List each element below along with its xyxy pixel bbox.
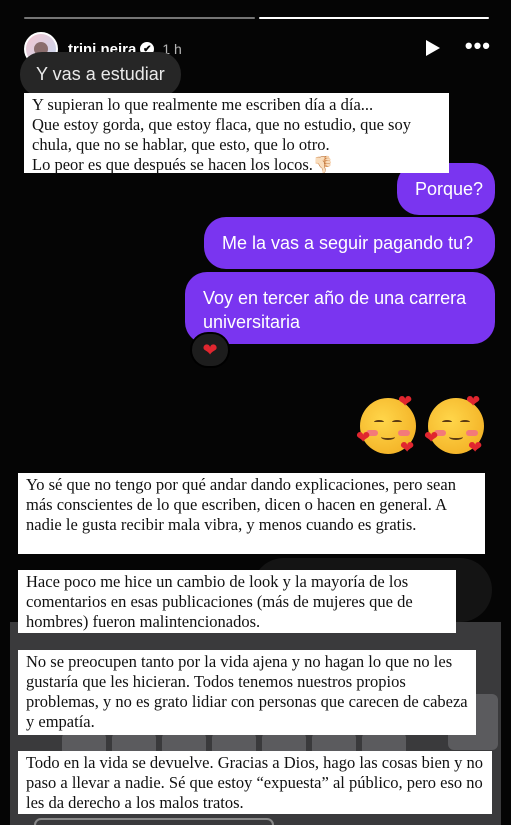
story-text-box: Todo en la vida se devuelve. Gracias a D… [18, 751, 492, 814]
heart-icon: ❤ [202, 339, 218, 360]
outgoing-message: Me la vas a seguir pagando tu? [204, 217, 495, 269]
reply-bar[interactable] [34, 818, 274, 825]
play-icon[interactable] [425, 39, 441, 57]
smiling-face-with-hearts-icon: ❤ ❤ ❤ [424, 392, 484, 457]
story-text-box: No se preocupen tanto por la vida ajena … [18, 650, 476, 735]
outgoing-message: Voy en tercer año de una carrera univers… [185, 272, 495, 344]
incoming-message: Y vas a estudiar [20, 52, 181, 97]
story-text-box: Hace poco me hice un cambio de look y la… [18, 570, 456, 633]
story-text-box: Y supieran lo que realmente me escriben … [24, 93, 449, 174]
progress-segment [24, 17, 255, 19]
story-progress-bar [24, 17, 489, 20]
smiling-face-with-hearts-icon: ❤ ❤ ❤ [356, 392, 416, 457]
more-options-icon[interactable]: ••• [465, 35, 491, 57]
progress-segment [258, 17, 489, 19]
story-viewer[interactable]: trini.neira ✔ 1 h ••• Y vas a estudiar P… [0, 0, 511, 825]
message-reaction: ❤ [190, 332, 230, 368]
story-text-box: Yo sé que no tengo por qué andar dando e… [18, 473, 485, 554]
